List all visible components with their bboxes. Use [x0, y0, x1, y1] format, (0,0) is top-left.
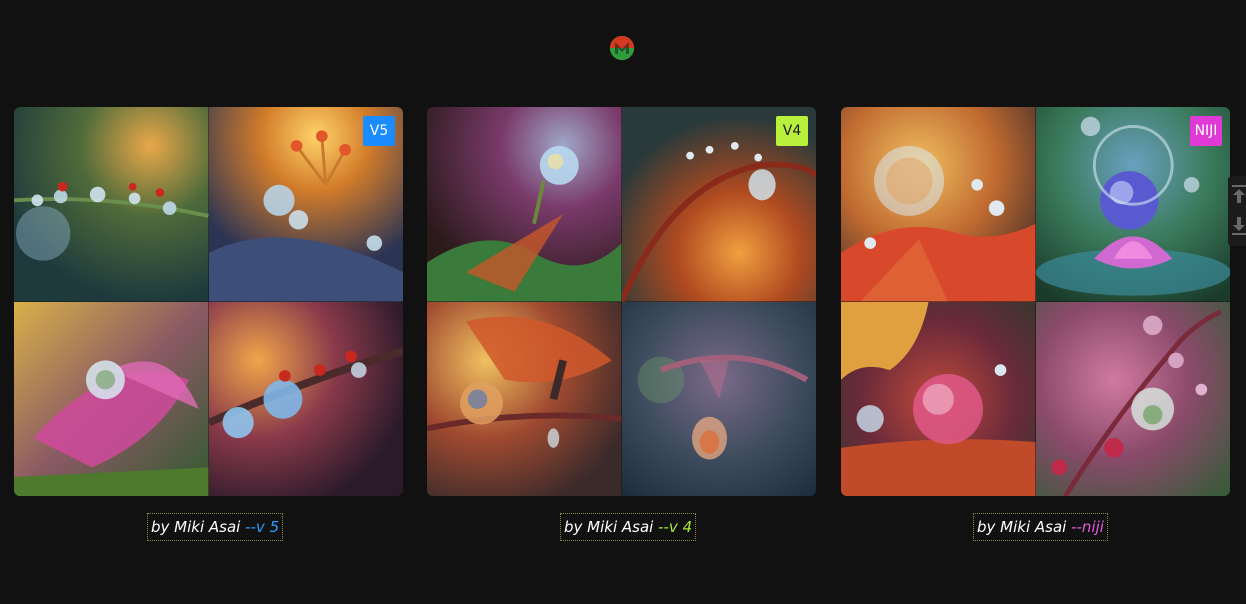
- image-tile[interactable]: [427, 301, 622, 496]
- image-tile[interactable]: [208, 301, 403, 496]
- caption-author: by Miki Asai: [977, 518, 1072, 536]
- version-badge-niji: NIJI: [1190, 116, 1222, 146]
- image-tile[interactable]: [427, 107, 622, 302]
- image-tile[interactable]: [841, 301, 1036, 496]
- gallery-page: V5 V4 NIJI by Miki Asai --v 5 by Miki As…: [0, 0, 1246, 604]
- caption-author: by Miki Asai: [564, 518, 659, 536]
- caption-v4: by Miki Asai --v 4: [560, 513, 697, 541]
- caption-flag: --v 4: [658, 518, 693, 536]
- image-tile[interactable]: [14, 107, 209, 302]
- image-tile[interactable]: [841, 107, 1036, 302]
- caption-v5: by Miki Asai --v 5: [147, 513, 284, 541]
- image-tile[interactable]: [14, 301, 209, 496]
- scroll-top-icon[interactable]: [1232, 184, 1246, 204]
- image-grid-v4[interactable]: V4: [427, 107, 816, 496]
- caption-niji: by Miki Asai --niji: [973, 513, 1108, 541]
- caption-flag: --v 5: [245, 518, 280, 536]
- download-icon[interactable]: [1232, 216, 1246, 236]
- version-badge-v4: V4: [776, 116, 808, 146]
- image-tile[interactable]: [1035, 301, 1230, 496]
- version-badge-v5: V5: [363, 116, 395, 146]
- image-tile[interactable]: [621, 301, 816, 496]
- image-grid-niji[interactable]: NIJI: [841, 107, 1230, 496]
- caption-flag: --niji: [1071, 518, 1104, 536]
- side-toolbar: [1228, 176, 1246, 246]
- image-grid-v5[interactable]: V5: [14, 107, 403, 496]
- caption-author: by Miki Asai: [151, 518, 246, 536]
- midjourney-logo-icon[interactable]: [609, 35, 635, 61]
